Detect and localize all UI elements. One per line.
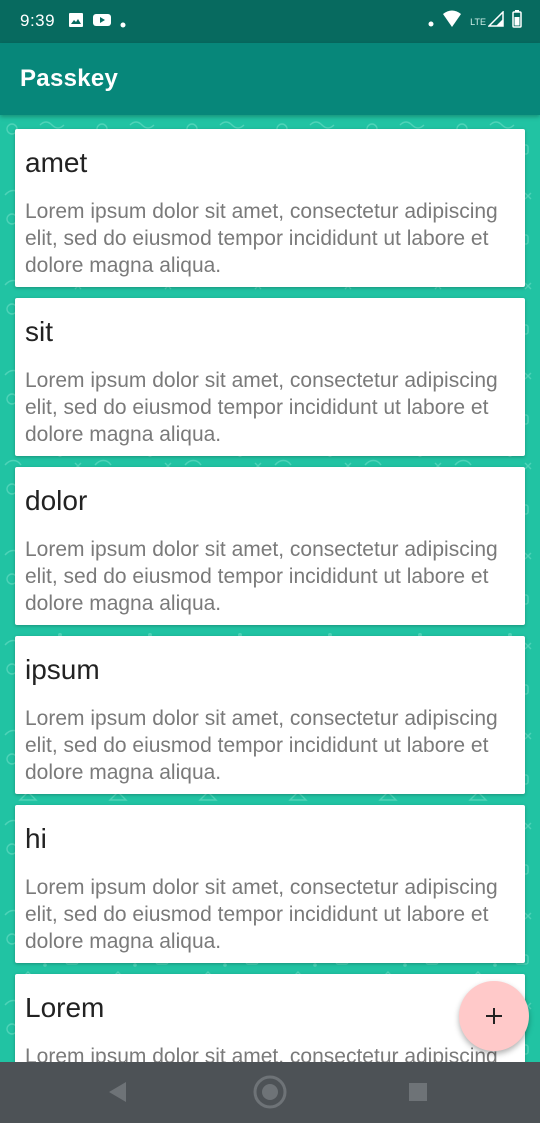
battery-icon — [512, 10, 522, 33]
card-description: Lorem ipsum dolor sit amet, consectetur … — [25, 538, 498, 615]
app-screen: 9:39 LTE Passkey amet Lorem ipsum dolor … — [0, 0, 540, 1123]
recents-icon — [409, 1083, 427, 1101]
youtube-icon — [92, 12, 112, 33]
app-title: Passkey — [20, 65, 119, 92]
home-button[interactable] — [253, 1075, 287, 1114]
passkey-card[interactable]: hi Lorem ipsum dolor sit amet, consectet… — [15, 805, 525, 963]
system-navigation-bar — [0, 1062, 540, 1123]
card-title: Lorem — [25, 992, 105, 1023]
status-notification-icons — [68, 12, 126, 33]
card-description: Lorem ipsum dolor sit amet, consectetur … — [25, 876, 498, 953]
card-description: Lorem ipsum dolor sit amet, consectetur … — [25, 707, 498, 784]
passkey-card[interactable]: dolor Lorem ipsum dolor sit amet, consec… — [15, 467, 525, 625]
image-icon — [68, 12, 84, 33]
card-description: Lorem ipsum dolor sit amet, consectetur … — [25, 200, 498, 277]
content-area[interactable]: amet Lorem ipsum dolor sit amet, consect… — [0, 115, 540, 1062]
back-icon — [109, 1082, 126, 1102]
status-time: 9:39 — [20, 11, 56, 30]
passkey-list: amet Lorem ipsum dolor sit amet, consect… — [15, 129, 525, 1062]
card-description: Lorem ipsum dolor sit amet, consectetur … — [25, 1045, 498, 1062]
notification-dot-icon — [120, 13, 126, 33]
app-bar: Passkey — [0, 43, 540, 115]
add-passkey-button[interactable] — [459, 981, 529, 1051]
card-description: Lorem ipsum dolor sit amet, consectetur … — [25, 369, 498, 446]
passkey-card[interactable]: amet Lorem ipsum dolor sit amet, consect… — [15, 129, 525, 287]
home-icon — [253, 1075, 287, 1109]
lte-label: LTE — [470, 16, 486, 27]
card-title: hi — [25, 823, 47, 854]
passkey-card[interactable]: sit Lorem ipsum dolor sit amet, consecte… — [15, 298, 525, 456]
back-button[interactable] — [108, 1081, 128, 1108]
recents-button[interactable] — [408, 1082, 428, 1107]
plus-icon — [486, 1008, 502, 1024]
card-title: amet — [25, 147, 88, 178]
card-title: dolor — [25, 485, 88, 516]
status-system-icons: LTE — [428, 10, 522, 33]
card-title: sit — [25, 316, 53, 347]
passkey-card[interactable]: Lorem Lorem ipsum dolor sit amet, consec… — [15, 974, 525, 1062]
card-title: ipsum — [25, 654, 100, 685]
signal-icon — [487, 10, 504, 32]
status-bar: 9:39 LTE — [0, 0, 540, 43]
passkey-card[interactable]: ipsum Lorem ipsum dolor sit amet, consec… — [15, 636, 525, 794]
wifi-icon — [442, 10, 462, 33]
status-dot-icon — [428, 12, 434, 32]
